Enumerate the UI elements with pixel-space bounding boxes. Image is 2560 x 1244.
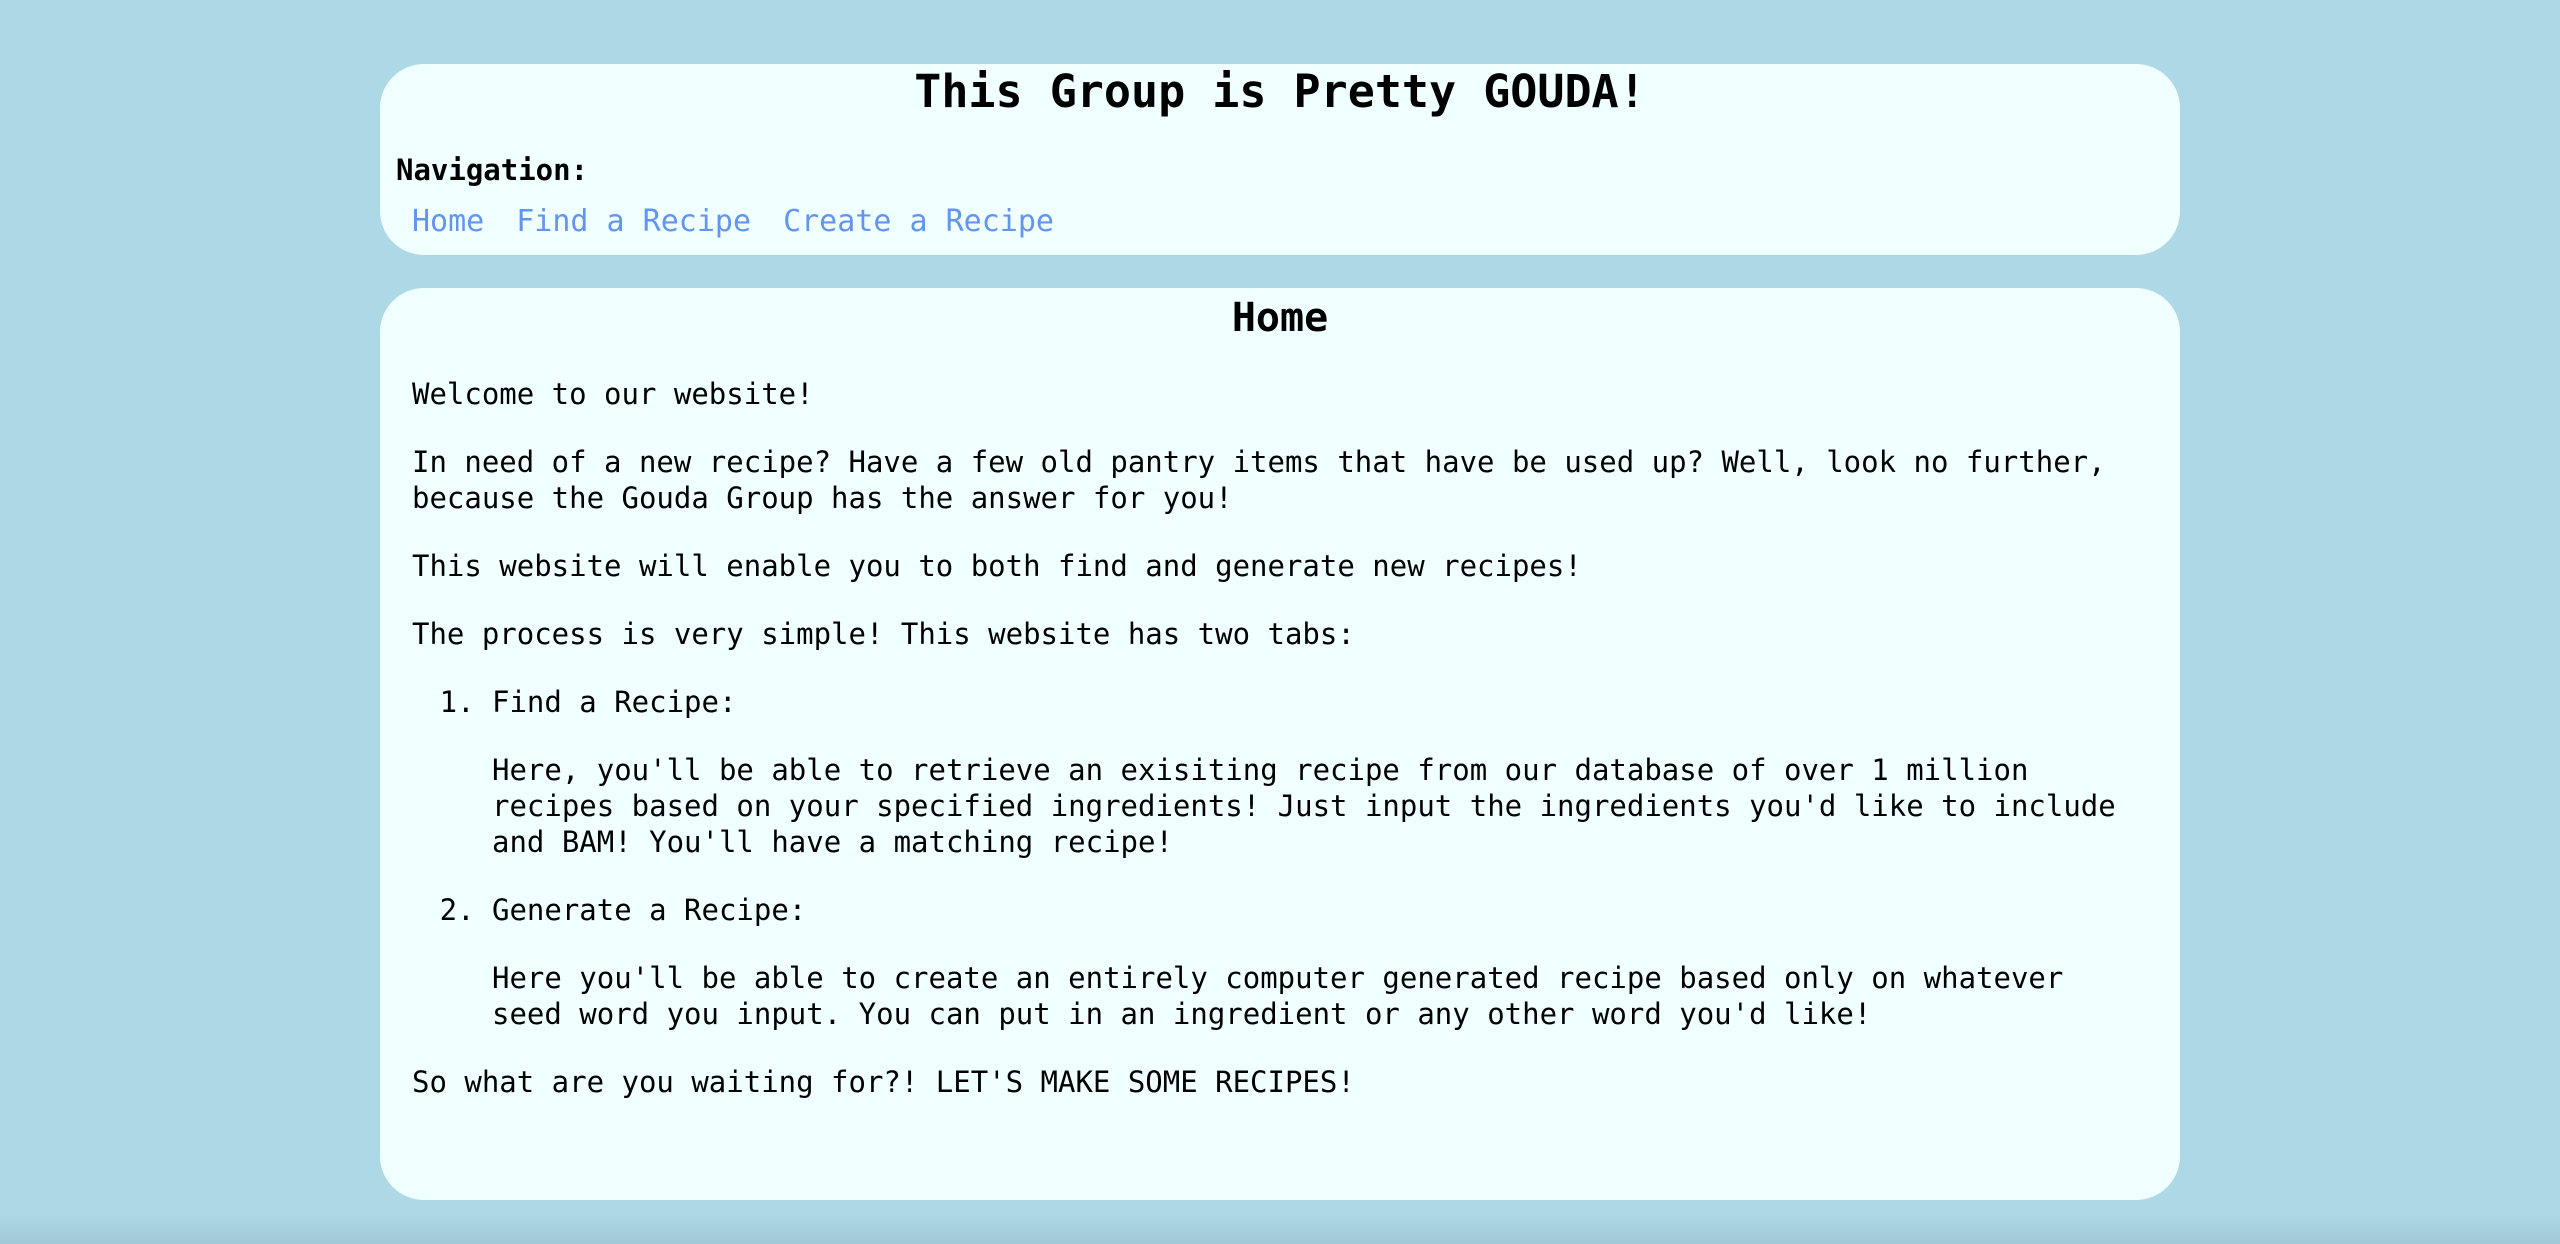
home-content: Welcome to our website! In need of a new…: [412, 376, 2132, 1132]
closing-text: So what are you waiting for?! LET'S MAKE…: [412, 1065, 1355, 1099]
step-title: Find a Recipe:: [492, 685, 737, 719]
navigation-bar: Home Find a Recipe Create a Recipe: [412, 202, 1054, 242]
steps-list: Find a Recipe: Here, you'll be able to r…: [412, 684, 2132, 1032]
list-item: Find a Recipe: Here, you'll be able to r…: [492, 684, 2132, 860]
nav-link-home[interactable]: Home: [412, 202, 484, 242]
list-item: Generate a Recipe: Here you'll be able t…: [492, 892, 2132, 1032]
intro-text: In need of a new recipe? Have a few old …: [412, 445, 2106, 515]
navigation-label: Navigation:: [396, 153, 589, 187]
nav-link-create-recipe[interactable]: Create a Recipe: [783, 202, 1054, 242]
bottom-shadow: [0, 1214, 2560, 1244]
step-title: Generate a Recipe:: [492, 893, 807, 927]
welcome-text: Welcome to our website!: [412, 377, 814, 411]
site-title: This Group is Pretty GOUDA!: [914, 65, 1646, 118]
page-title: Home: [1231, 295, 1329, 341]
step-description: Here, you'll be able to retrieve an exis…: [492, 753, 2116, 859]
purpose-text: This website will enable you to both fin…: [412, 549, 1582, 583]
process-text: The process is very simple! This website…: [412, 617, 1355, 651]
step-description: Here you'll be able to create an entirel…: [492, 961, 2064, 1031]
nav-link-find-recipe[interactable]: Find a Recipe: [516, 202, 751, 242]
